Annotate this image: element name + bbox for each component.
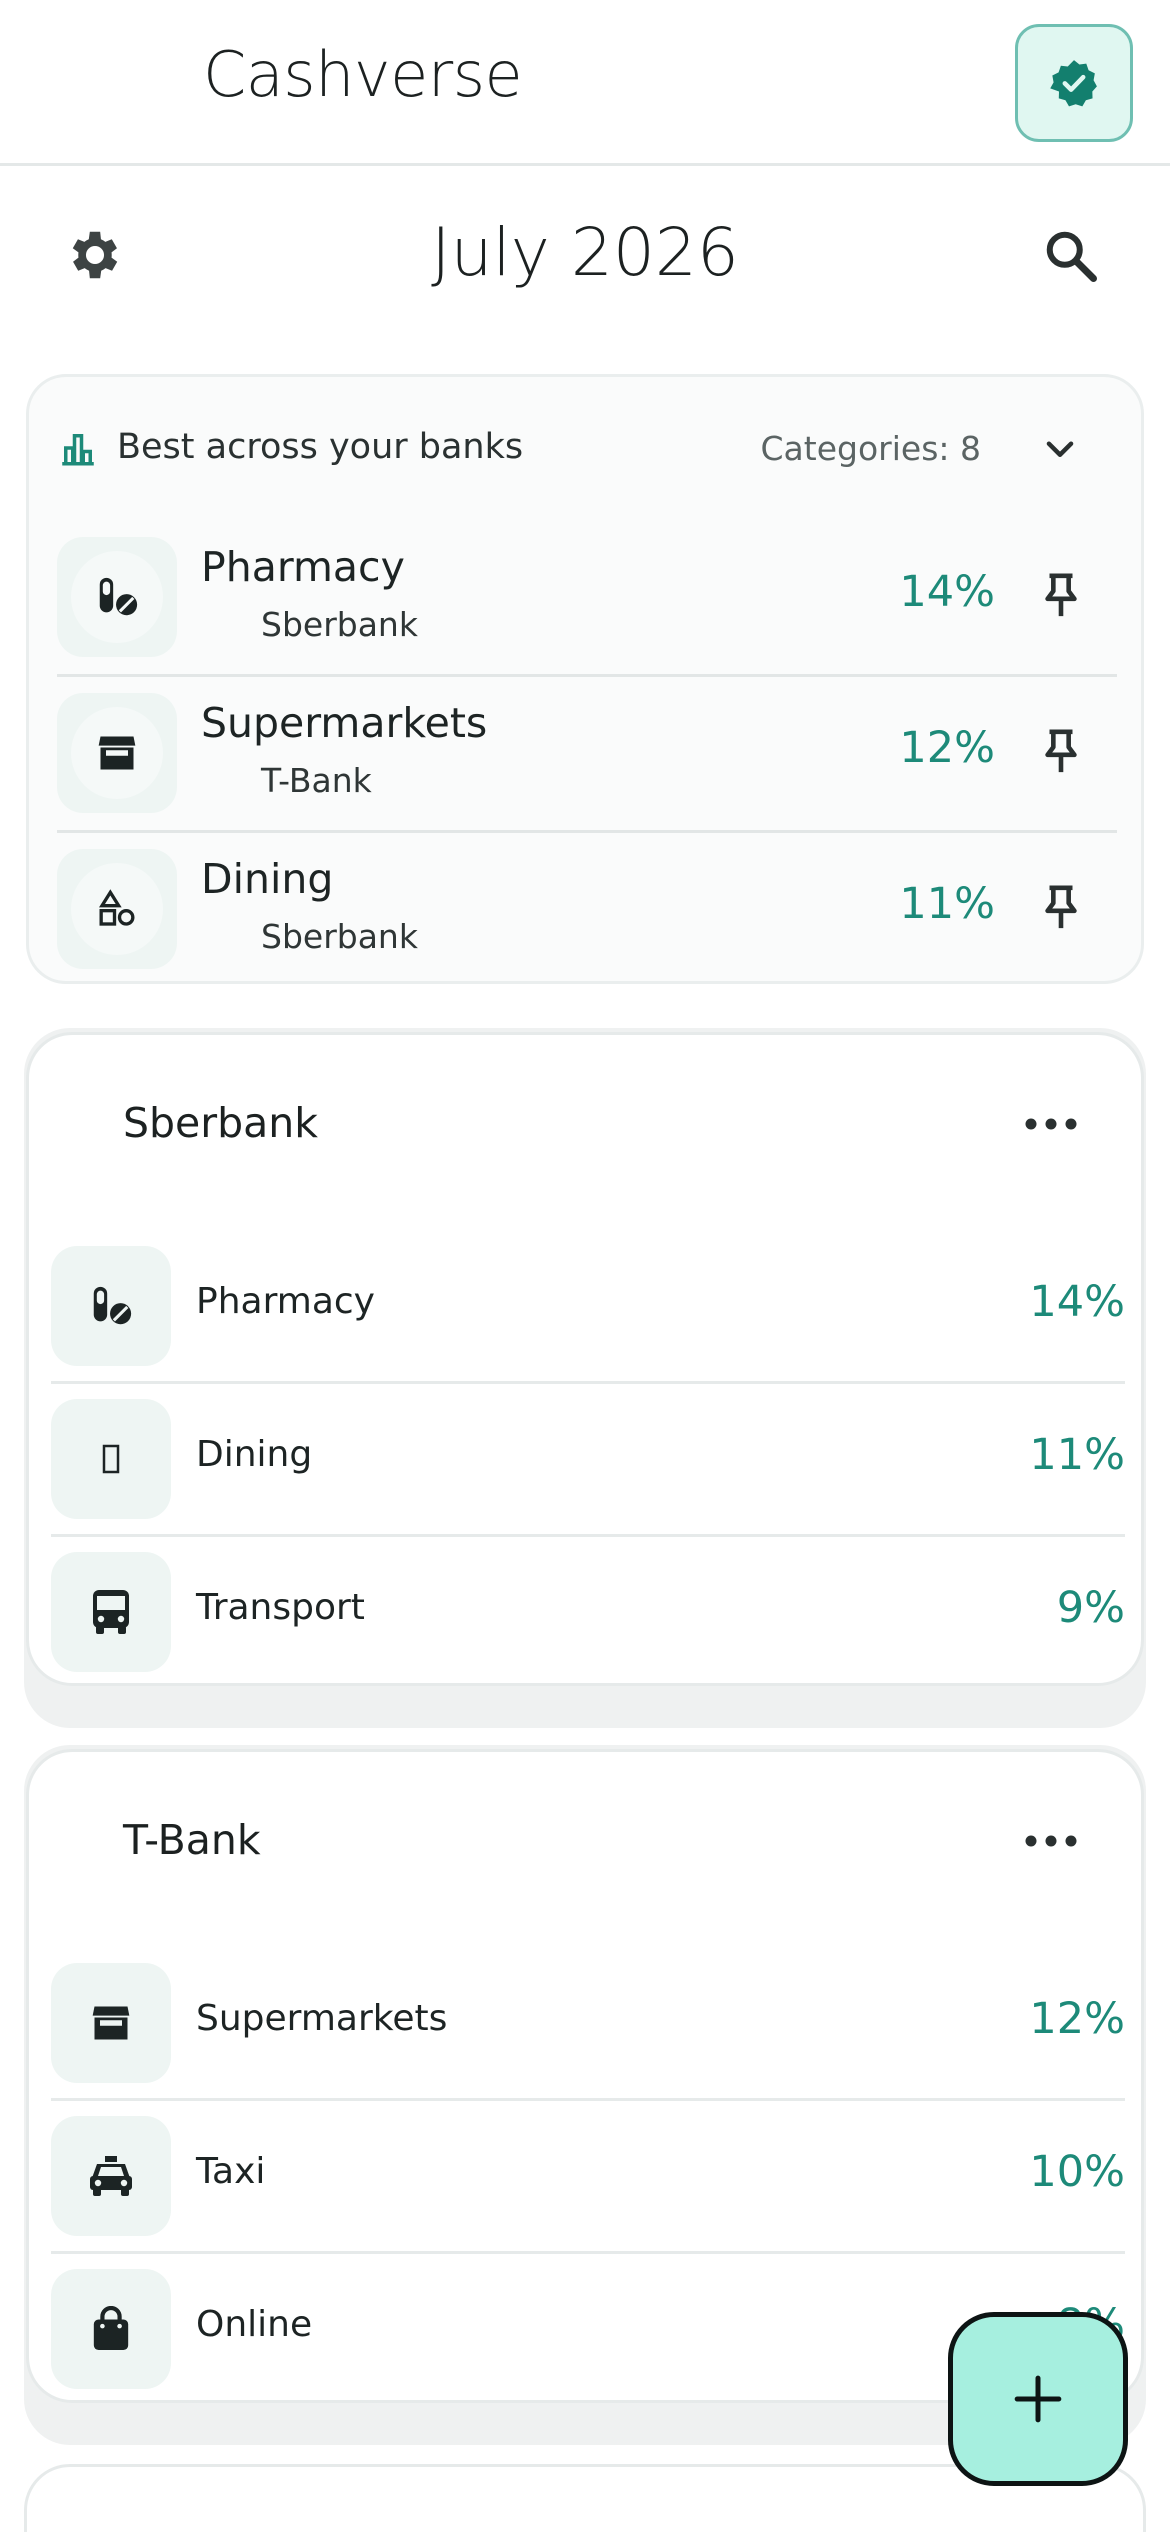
more-options-button[interactable] — [1021, 1109, 1081, 1139]
best-across-banks-card: Best across your banks Categories: 8 Pha… — [26, 374, 1144, 984]
category-icon-tile — [51, 2116, 171, 2236]
pin-icon — [1045, 729, 1077, 773]
category-percent: 9% — [1056, 1583, 1125, 1633]
best-row-category: Pharmacy — [201, 543, 405, 591]
best-row-supermarkets[interactable]: Supermarkets T-Bank 12% — [57, 677, 1117, 833]
plus-icon — [1014, 2375, 1062, 2423]
best-row-pharmacy[interactable]: Pharmacy Sberbank 14% — [57, 521, 1117, 677]
category-name: Transport — [196, 1587, 365, 1628]
pin-button[interactable] — [1033, 721, 1089, 781]
add-button[interactable] — [948, 2312, 1128, 2486]
category-icon-tile — [51, 1552, 171, 1672]
best-row-category: Supermarkets — [201, 699, 488, 747]
category-icon-tile — [51, 1399, 171, 1519]
category-percent: 10% — [1029, 2147, 1125, 2197]
category-icon-tile — [57, 849, 177, 969]
category-percent: 14% — [1029, 1277, 1125, 1327]
category-icon-tile — [51, 2269, 171, 2389]
category-name: Dining — [196, 1434, 313, 1475]
pin-button[interactable] — [1033, 877, 1089, 937]
bank-row-transport[interactable]: Transport 9% — [51, 1537, 1125, 1690]
best-row-percent: 14% — [899, 567, 995, 617]
pin-button[interactable] — [1033, 565, 1089, 625]
category-name: Taxi — [196, 2151, 266, 2192]
search-icon — [1046, 231, 1097, 282]
more-options-button[interactable] — [1021, 1826, 1081, 1856]
best-row-bank: T-Bank — [261, 761, 372, 800]
bank-card-body: Sberbank Pharmacy 14% Dining 11% Transpo… — [26, 1032, 1144, 1686]
category-name: Supermarkets — [196, 1998, 448, 2039]
best-row-percent: 12% — [899, 723, 995, 773]
bank-row-pharmacy[interactable]: Pharmacy 14% — [51, 1231, 1125, 1384]
best-row-bank: Sberbank — [261, 605, 418, 644]
bank-card-sberbank: Sberbank Pharmacy 14% Dining 11% Transpo… — [24, 1028, 1146, 1728]
shapes-icon — [98, 889, 135, 926]
pin-icon — [1045, 885, 1077, 929]
top-app-bar: Cashverse — [0, 0, 1170, 166]
bar-chart-icon — [62, 434, 94, 466]
missing-glyph-icon — [102, 1444, 120, 1474]
best-row-bank: Sberbank — [261, 917, 418, 956]
bank-name: Sberbank — [123, 1099, 319, 1147]
bank-card-body: T-Bank Supermarkets 12% Taxi 10% Online — [26, 1749, 1144, 2403]
store-icon — [98, 736, 136, 770]
pills-icon — [99, 577, 138, 616]
category-name: Online — [196, 2304, 313, 2345]
chevron-down-icon[interactable] — [1041, 431, 1079, 469]
category-icon-tile — [57, 693, 177, 813]
month-header: July 2026 — [0, 190, 1170, 320]
app-title: Cashverse — [203, 38, 523, 111]
best-row-percent: 11% — [899, 879, 995, 929]
pin-icon — [1045, 573, 1077, 617]
best-card-title: Best across your banks — [117, 427, 524, 467]
bank-row-supermarkets[interactable]: Supermarkets 12% — [51, 1948, 1125, 2101]
pills-icon — [93, 1286, 132, 1325]
category-icon-tile — [51, 1963, 171, 2083]
best-row-dining[interactable]: Dining Sberbank 11% — [57, 833, 1117, 989]
best-card-header[interactable]: Best across your banks Categories: 8 — [29, 377, 1141, 517]
more-horizontal-icon — [1025, 1118, 1077, 1130]
category-percent: 12% — [1029, 1994, 1125, 2044]
category-name: Pharmacy — [196, 1281, 375, 1322]
verified-badge-button[interactable] — [1015, 24, 1133, 142]
categories-count: Categories: 8 — [760, 429, 981, 468]
bank-row-dining[interactable]: Dining 11% — [51, 1384, 1125, 1537]
store-icon — [92, 2006, 130, 2040]
bank-row-taxi[interactable]: Taxi 10% — [51, 2101, 1125, 2254]
month-title: July 2026 — [431, 214, 739, 291]
bus-icon — [93, 1590, 129, 1634]
search-button[interactable] — [1035, 220, 1107, 292]
best-row-category: Dining — [201, 855, 334, 903]
category-icon-tile — [57, 537, 177, 657]
more-horizontal-icon — [1025, 1835, 1077, 1847]
bank-name: T-Bank — [123, 1816, 261, 1864]
taxi-icon — [90, 2156, 132, 2196]
verified-badge-icon — [1050, 60, 1097, 107]
category-percent: 11% — [1029, 1430, 1125, 1480]
shopping-bag-icon — [93, 2306, 129, 2350]
category-icon-tile — [51, 1246, 171, 1366]
